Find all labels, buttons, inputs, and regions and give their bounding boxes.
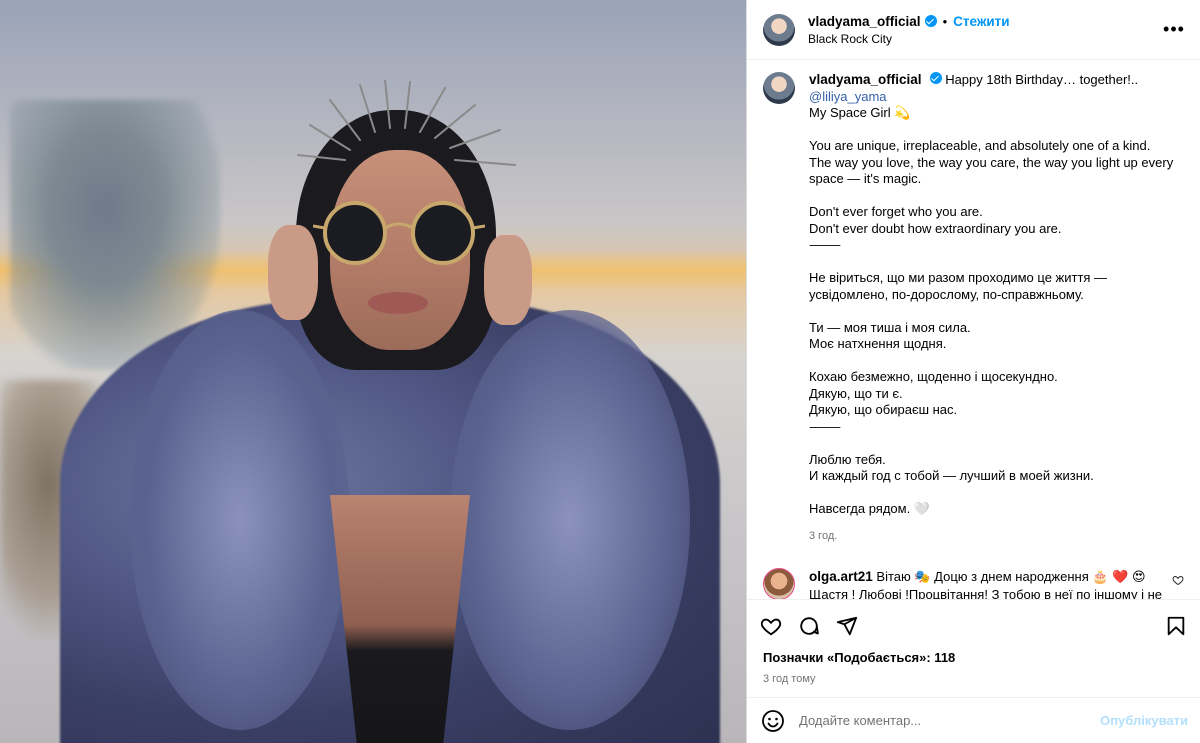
caption-line: Дякую, що ти є. [809,385,903,401]
post-time-ago: 3 год тому [763,673,816,685]
post-header: vladyama_official • Стежити Black Rock C… [747,0,1200,60]
caption-first-line: vladyama_official Happy 18th Birthday… t… [809,72,1184,89]
caption-line [809,353,1184,370]
comments-area[interactable]: vladyama_official Happy 18th Birthday… t… [747,60,1200,599]
mention-link[interactable]: @liliya_yama [809,89,1184,106]
left-hand [268,225,318,320]
commenter-avatar[interactable] [763,568,795,599]
caption-time: 3 год. [809,529,838,542]
caption-username[interactable]: vladyama_official [809,72,922,87]
caption-line: Не віриться, що ми разом проходимо це жи… [809,270,1111,302]
caption-line: ⸻ [809,418,841,434]
like-heart-icon[interactable] [759,614,783,638]
caption-line: You are unique, irreplaceable, and absol… [809,138,1151,153]
caption-line [809,122,1184,139]
caption-headline: Happy 18th Birthday… together!.. [945,72,1139,87]
verified-badge-icon [924,15,937,27]
caption-line: Моє натхнення щодня. [809,336,947,351]
comment-like-heart-icon[interactable] [1172,574,1184,589]
caption-line: Don't ever forget who you are. [809,204,983,219]
caption-line: The way you love, the way you care, the … [809,154,1177,187]
caption-line: И каждый год с тобой — лучший в моей жиз… [809,468,1094,483]
caption-line: Don't ever doubt how extraordinary you a… [809,220,1062,236]
publish-button[interactable]: Опублікувати [1100,713,1188,728]
comment-text: olga.art21 Вітаю 🎭 Доцю з днем народженн… [809,568,1169,599]
caption-line [809,254,1184,271]
commenter-username[interactable]: olga.art21 [809,569,873,584]
likes-count[interactable]: Позначки «Подобається»: 118 [759,646,1188,665]
post-photo[interactable] [0,0,746,743]
right-hand [484,235,532,325]
caption-line: Люблю тебя. [809,451,886,467]
caption-author-avatar[interactable] [763,72,795,104]
caption-line: Дякую, що обираєш нас. [809,402,958,417]
comment-row: olga.art21 Вітаю 🎭 Доцю з днем народженн… [763,568,1184,599]
post-sidebar: vladyama_official • Стежити Black Rock C… [746,0,1200,743]
share-paper-plane-icon[interactable] [835,614,859,638]
caption-line [809,188,1184,205]
fur-coat-right [450,310,690,730]
post-viewer: vladyama_official • Стежити Black Rock C… [0,0,1200,743]
author-username[interactable]: vladyama_official [808,14,921,29]
header-text: vladyama_official • Стежити Black Rock C… [808,14,1162,46]
caption-lines: My Space Girl 💫 You are unique, irreplace… [809,105,1184,518]
fur-coat-left [130,310,350,730]
caption-line: Кохаю безмежно, щоденно і щосекундно. [809,369,1058,384]
follow-button[interactable]: Стежити [953,14,1009,29]
caption-line: Навсегда рядом. 🤍 [809,501,930,516]
more-options-icon[interactable]: ••• [1162,19,1186,40]
header-line: vladyama_official • Стежити [808,14,1162,29]
caption-line [809,303,1184,320]
caption-line: ⸻ [809,237,841,252]
action-icons [759,606,1188,646]
separator-dot: • [942,13,948,29]
caption-text: vladyama_official Happy 18th Birthday… t… [809,72,1184,544]
comment-input[interactable] [799,713,1101,728]
emoji-smile-icon[interactable] [761,709,785,733]
save-bookmark-icon[interactable] [1164,614,1188,638]
lips [368,292,428,314]
caption-row: vladyama_official Happy 18th Birthday… t… [763,72,1184,544]
caption-line: Ти — моя тиша і моя сила. [809,319,971,335]
author-avatar[interactable] [763,13,795,46]
comment-bubble-icon[interactable] [797,614,821,638]
action-bar: Позначки «Подобається»: 118 3 год тому [747,599,1200,697]
add-comment-bar: Опублікувати [747,697,1200,743]
caption-line [809,485,1184,502]
caption-line: My Space Girl 💫 [809,105,911,120]
caption-line [809,435,1184,452]
location-link[interactable]: Black Rock City [808,32,1162,46]
verified-badge-icon [929,72,942,84]
round-sunglasses [313,201,485,265]
